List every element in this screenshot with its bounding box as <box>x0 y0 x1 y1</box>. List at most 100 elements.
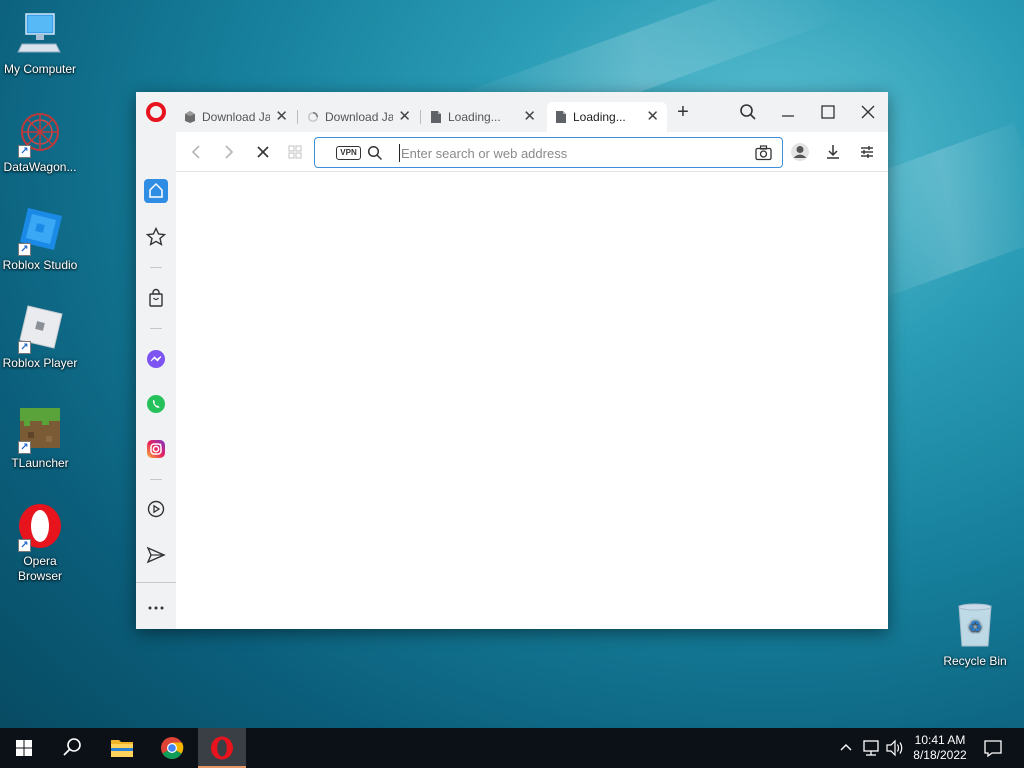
desktop-icon-my-computer[interactable]: My Computer <box>0 10 80 77</box>
camera-icon[interactable] <box>755 145 772 161</box>
shortcut-arrow-icon: ↗ <box>18 341 31 354</box>
tab-close-icon[interactable]: ✕ <box>523 109 536 124</box>
page-content-area[interactable] <box>176 172 888 629</box>
taskbar-file-explorer[interactable] <box>98 728 146 768</box>
datawagon-icon: ↗ <box>16 108 64 158</box>
sidebar-divider <box>150 328 162 329</box>
roblox-player-icon: ↗ <box>16 304 64 354</box>
desktop-icon-label: Opera Browser <box>17 554 62 583</box>
taskbar-chrome[interactable] <box>148 728 196 768</box>
easy-setup-button[interactable] <box>857 142 877 162</box>
instagram-icon <box>147 440 165 458</box>
notification-icon <box>984 740 1002 758</box>
desktop-icon-label: My Computer <box>3 62 77 76</box>
desktop-icon-datawagon[interactable]: ↗ DataWagon... <box>0 108 80 175</box>
start-button[interactable] <box>0 728 48 768</box>
title-bar: Download Ja ✕ Download Ja ✕ Loading... ✕… <box>136 92 888 132</box>
navigation-toolbar: VPN <box>176 132 888 172</box>
chevron-right-icon <box>225 145 234 159</box>
tab-loading-1[interactable]: Loading... ✕ <box>422 102 544 132</box>
desktop-icon-roblox-player[interactable]: ↗ Roblox Player <box>0 304 80 371</box>
desktop-icon-tlauncher[interactable]: ↗ TLauncher <box>0 404 80 471</box>
desktop-icon-label: Recycle Bin <box>943 654 1007 668</box>
shortcut-arrow-icon: ↗ <box>18 243 31 256</box>
whatsapp-icon <box>147 395 165 413</box>
opera-menu-icon[interactable] <box>146 102 166 122</box>
maximize-icon <box>821 105 835 119</box>
taskbar: 10:41 AM 8/18/2022 <box>0 728 1024 768</box>
sidebar-item-home[interactable] <box>144 179 168 203</box>
send-icon <box>146 546 166 564</box>
desktop-icon-roblox-studio[interactable]: ↗ Roblox Studio <box>0 206 80 273</box>
page-icon <box>556 111 566 123</box>
sidebar-item-messenger[interactable] <box>144 347 168 371</box>
vpn-badge[interactable]: VPN <box>336 146 361 160</box>
desktop-icon-label: TLauncher <box>11 456 69 470</box>
minimize-icon <box>782 115 794 117</box>
tray-network[interactable] <box>860 728 882 768</box>
sidebar-item-shopping[interactable] <box>144 286 168 310</box>
address-bar[interactable]: VPN <box>314 137 783 168</box>
chevron-up-icon <box>840 744 852 751</box>
tab-label: Loading... <box>573 110 626 124</box>
desktop-icon-label: Roblox Player <box>2 356 78 370</box>
sidebar-item-send[interactable] <box>144 543 168 567</box>
desktop-icon-opera[interactable]: ↗ Opera Browser <box>0 502 80 584</box>
back-button[interactable] <box>186 142 206 162</box>
search-icon <box>63 738 81 756</box>
sidebar-item-bookmarks[interactable] <box>144 225 168 249</box>
shortcut-arrow-icon: ↗ <box>18 539 31 552</box>
desktop-icon-recycle-bin[interactable]: ♻ Recycle Bin <box>935 602 1015 669</box>
desktop-icon-label: Roblox Studio <box>2 258 78 272</box>
tab-close-icon[interactable]: ✕ <box>398 109 411 124</box>
forward-button[interactable] <box>219 142 239 162</box>
taskbar-opera-active[interactable] <box>198 728 246 768</box>
downloads-button[interactable] <box>823 142 843 162</box>
sidebar-item-player[interactable] <box>144 497 168 521</box>
grid-icon <box>288 145 302 159</box>
address-input[interactable] <box>399 144 739 162</box>
shortcut-arrow-icon: ↗ <box>18 441 31 454</box>
tray-clock[interactable]: 10:41 AM 8/18/2022 <box>908 728 972 768</box>
desktop-icon-label: DataWagon... <box>3 160 77 174</box>
search-icon <box>367 145 383 161</box>
tab-download-2[interactable]: Download Ja ✕ <box>299 102 419 132</box>
sidebar-more-button[interactable] <box>144 596 168 620</box>
close-icon <box>861 105 875 119</box>
tab-close-icon[interactable]: ✕ <box>646 109 659 124</box>
tray-notifications[interactable] <box>978 728 1008 768</box>
tab-download-1[interactable]: Download Ja ✕ <box>176 102 296 132</box>
sidebar <box>136 132 176 629</box>
account-button[interactable] <box>790 142 810 162</box>
sidebar-divider <box>150 479 162 480</box>
sidebar-item-instagram[interactable] <box>144 437 168 461</box>
close-button[interactable] <box>853 100 883 124</box>
computer-icon <box>16 10 64 58</box>
svg-text:♻: ♻ <box>968 617 982 636</box>
minimize-button[interactable] <box>773 100 803 124</box>
download-icon <box>827 145 839 159</box>
chevron-left-icon <box>191 145 200 159</box>
new-tab-button[interactable]: + <box>668 100 698 124</box>
stop-icon <box>257 146 269 158</box>
tab-label: Loading... <box>448 110 501 124</box>
home-icon <box>149 182 163 198</box>
taskbar-search-button[interactable] <box>48 728 96 768</box>
tab-close-icon[interactable]: ✕ <box>275 109 288 124</box>
stop-loading-button[interactable] <box>253 142 273 162</box>
tray-show-hidden-icons[interactable] <box>836 728 856 768</box>
clock-date: 8/18/2022 <box>913 748 967 762</box>
tab-loading-active[interactable]: Loading... ✕ <box>547 102 667 132</box>
speed-dial-button[interactable] <box>285 142 305 162</box>
tab-separator <box>420 110 421 124</box>
tab-label: Download Ja <box>202 110 270 124</box>
shortcut-arrow-icon: ↗ <box>18 145 31 158</box>
settings-sliders-icon <box>861 146 873 158</box>
maximize-button[interactable] <box>813 100 843 124</box>
sidebar-item-whatsapp[interactable] <box>144 392 168 416</box>
folder-icon <box>111 740 133 757</box>
opera-icon: ↗ <box>16 502 64 552</box>
tray-volume[interactable] <box>884 728 906 768</box>
search-tabs-button[interactable] <box>733 100 763 124</box>
network-icon <box>863 740 879 756</box>
